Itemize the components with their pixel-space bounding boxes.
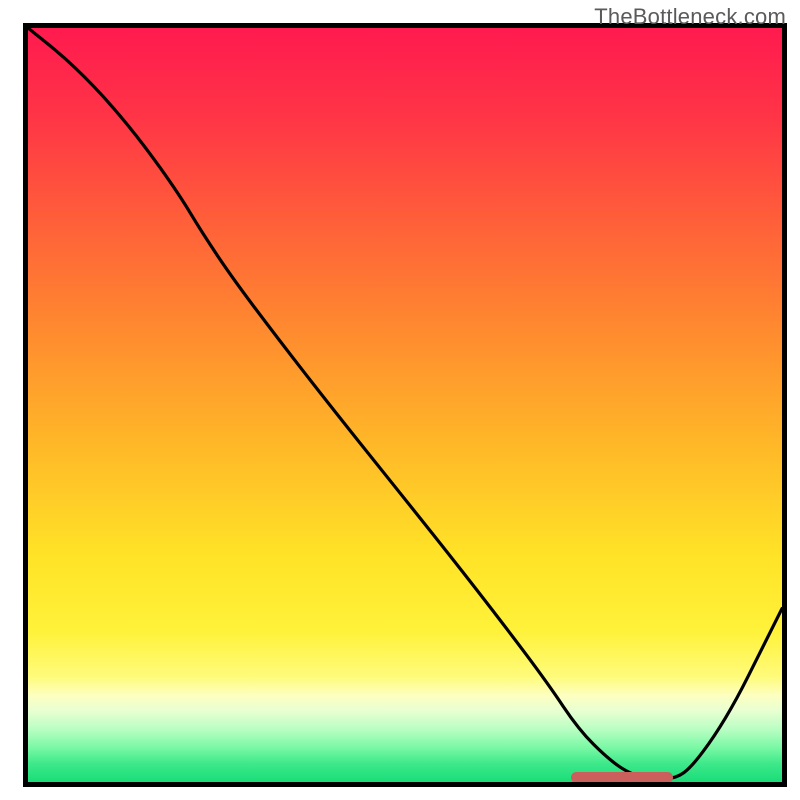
plot-frame	[23, 23, 787, 787]
data-curve	[28, 28, 782, 782]
optimal-range-marker	[571, 772, 673, 783]
watermark-text: TheBottleneck.com	[594, 4, 786, 30]
plot-area	[28, 28, 782, 782]
chart-container: TheBottleneck.com	[0, 0, 800, 800]
